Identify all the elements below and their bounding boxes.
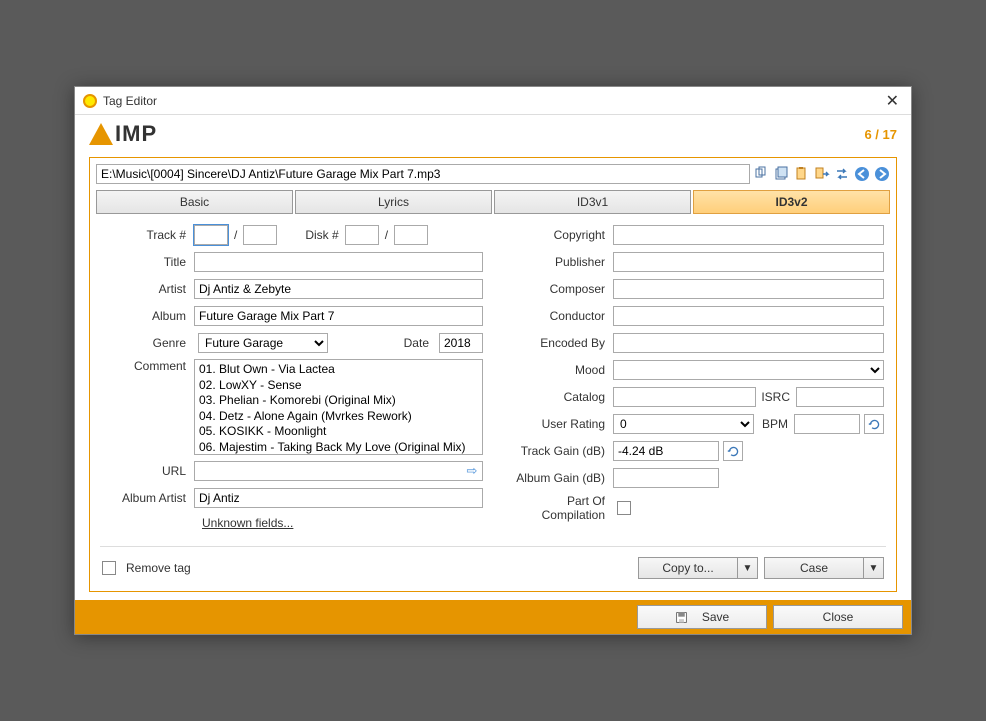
file-path-input[interactable] [96, 164, 750, 184]
tab-id3v1[interactable]: ID3v1 [494, 190, 691, 214]
album-artist-label: Album Artist [102, 491, 194, 505]
remove-tag-label: Remove tag [126, 561, 191, 575]
tab-lyrics[interactable]: Lyrics [295, 190, 492, 214]
prev-file-icon[interactable] [854, 166, 870, 182]
swap-icon[interactable] [834, 166, 850, 182]
close-button[interactable]: Close [773, 605, 903, 629]
disk-label: Disk # [305, 228, 344, 242]
track-gain-input[interactable] [613, 441, 719, 461]
case-button[interactable]: Case ▼ [764, 557, 884, 579]
footer: Save Close [75, 600, 911, 634]
catalog-input[interactable] [613, 387, 756, 407]
tab-basic[interactable]: Basic [96, 190, 293, 214]
compilation-label: Part Of Compilation [503, 494, 613, 522]
publisher-label: Publisher [503, 255, 613, 269]
genre-select[interactable]: Future Garage [198, 333, 328, 353]
logo: IMP [89, 121, 157, 147]
title-label: Title [102, 255, 194, 269]
bpm-refresh-icon[interactable] [864, 414, 884, 434]
file-counter: 6 / 17 [864, 127, 897, 142]
conductor-label: Conductor [503, 309, 613, 323]
isrc-label: ISRC [756, 390, 796, 404]
artist-label: Artist [102, 282, 194, 296]
path-row [96, 164, 890, 184]
track-gain-refresh-icon[interactable] [723, 441, 743, 461]
copy-to-caret-icon[interactable]: ▼ [738, 557, 758, 579]
disk-total-input[interactable] [394, 225, 428, 245]
album-gain-label: Album Gain (dB) [503, 471, 613, 485]
copy-to-button[interactable]: Copy to... ▼ [638, 557, 758, 579]
track-gain-label: Track Gain (dB) [503, 444, 613, 458]
header: IMP 6 / 17 [75, 115, 911, 151]
content-panel: Basic Lyrics ID3v1 ID3v2 Track # / Disk … [89, 157, 897, 592]
url-label: URL [102, 464, 194, 478]
artist-input[interactable] [194, 279, 483, 299]
left-column: Track # / Disk # / Title Artist [102, 224, 483, 530]
copy-to-label[interactable]: Copy to... [638, 557, 738, 579]
album-input[interactable] [194, 306, 483, 326]
genre-label: Genre [102, 336, 194, 350]
unknown-fields-link[interactable]: Unknown fields... [202, 516, 293, 530]
track-number-input[interactable] [194, 225, 228, 245]
comment-input[interactable]: 01. Blut Own - Via Lactea 02. LowXY - Se… [194, 359, 483, 455]
copy-path-icon[interactable] [754, 166, 770, 182]
copyright-input[interactable] [613, 225, 884, 245]
right-column: Copyright Publisher Composer Conductor E… [503, 224, 884, 530]
composer-input[interactable] [613, 279, 884, 299]
isrc-input[interactable] [796, 387, 884, 407]
mood-label: Mood [503, 363, 613, 377]
track-total-input[interactable] [243, 225, 277, 245]
publisher-input[interactable] [613, 252, 884, 272]
titlebar: Tag Editor ✕ [75, 87, 911, 115]
tabs: Basic Lyrics ID3v1 ID3v2 [96, 190, 890, 214]
mood-select[interactable] [613, 360, 884, 380]
bpm-label: BPM [754, 417, 794, 431]
date-input[interactable] [439, 333, 483, 353]
save-button[interactable]: Save [637, 605, 767, 629]
date-label: Date [395, 336, 435, 350]
separator [100, 546, 886, 547]
encoded-by-input[interactable] [613, 333, 884, 353]
logo-mark-icon [89, 123, 113, 145]
compilation-checkbox[interactable] [617, 501, 631, 515]
remove-tag-checkbox[interactable] [102, 561, 116, 575]
close-icon[interactable]: ✕ [882, 91, 903, 111]
form-area: Track # / Disk # / Title Artist [96, 220, 890, 536]
tab-id3v2[interactable]: ID3v2 [693, 190, 890, 214]
bpm-input[interactable] [794, 414, 860, 434]
case-label[interactable]: Case [764, 557, 864, 579]
track-label: Track # [102, 228, 194, 242]
app-icon [83, 94, 97, 108]
comment-label: Comment [102, 359, 194, 373]
next-file-icon[interactable] [874, 166, 890, 182]
copyright-label: Copyright [503, 228, 613, 242]
disk-number-input[interactable] [345, 225, 379, 245]
copy-tags-icon[interactable] [774, 166, 790, 182]
paste-special-icon[interactable] [814, 166, 830, 182]
conductor-input[interactable] [613, 306, 884, 326]
tag-editor-window: Tag Editor ✕ IMP 6 / 17 [74, 86, 912, 635]
album-label: Album [102, 309, 194, 323]
paste-tags-icon[interactable] [794, 166, 810, 182]
user-rating-select[interactable]: 0 [613, 414, 754, 434]
logo-text: IMP [115, 121, 157, 147]
composer-label: Composer [503, 282, 613, 296]
catalog-label: Catalog [503, 390, 613, 404]
url-input[interactable] [195, 462, 462, 480]
bottom-row: Remove tag Copy to... ▼ Case ▼ [96, 557, 890, 585]
case-caret-icon[interactable]: ▼ [864, 557, 884, 579]
user-rating-label: User Rating [503, 417, 613, 431]
title-input[interactable] [194, 252, 483, 272]
album-gain-input[interactable] [613, 468, 719, 488]
album-artist-input[interactable] [194, 488, 483, 508]
url-go-icon[interactable]: ⇨ [462, 463, 482, 479]
save-icon [675, 611, 688, 624]
window-title: Tag Editor [103, 94, 882, 108]
encoded-by-label: Encoded By [503, 336, 613, 350]
